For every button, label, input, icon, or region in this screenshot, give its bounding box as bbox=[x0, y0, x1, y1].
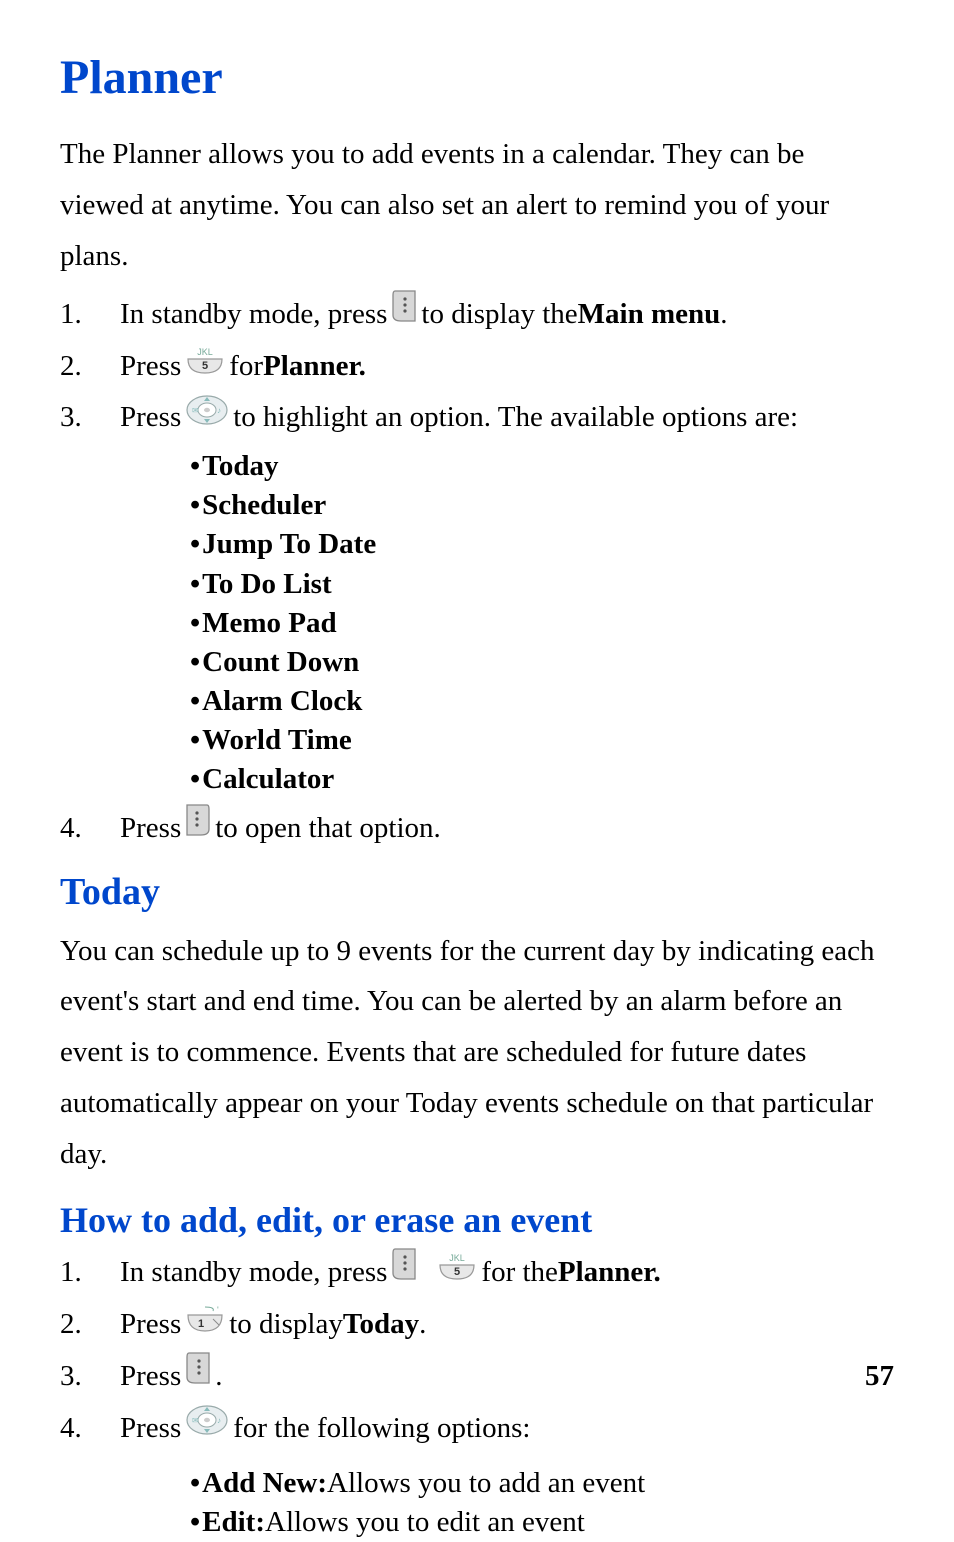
howto-step-1-planner: Planner. bbox=[558, 1248, 661, 1297]
howto-step-3-b: . bbox=[215, 1352, 222, 1401]
key-5-icon bbox=[185, 342, 225, 391]
option-item: •Jump To Date bbox=[190, 525, 894, 564]
bullet-dot: • bbox=[190, 447, 200, 486]
step-num-4: 4. bbox=[60, 804, 120, 853]
step-3-text-b: to highlight an option. The available op… bbox=[233, 393, 798, 442]
option-label: Jump To Date bbox=[202, 525, 376, 564]
option2-item: •Edit: Allows you to edit an event bbox=[190, 1503, 894, 1542]
bullet-dot: • bbox=[190, 721, 200, 760]
step-1-text-a: In standby mode, press bbox=[120, 290, 387, 339]
howto-step-3: 3. Press . bbox=[60, 1351, 894, 1401]
step-num-2: 2. bbox=[60, 342, 120, 391]
step-num-3: 3. bbox=[60, 393, 120, 442]
heading-planner: Planner bbox=[60, 50, 894, 105]
option-label: Alarm Clock bbox=[202, 682, 362, 721]
step-2: 2. Press for Planner. bbox=[60, 342, 894, 391]
option-item: •Memo Pad bbox=[190, 604, 894, 643]
intro-paragraph: The Planner allows you to add events in … bbox=[60, 129, 894, 281]
step-1: 1. In standby mode, press to display the… bbox=[60, 289, 894, 339]
howto-step-4-a: Press bbox=[120, 1404, 181, 1453]
option2-desc: Allows you to edit an event bbox=[265, 1503, 585, 1542]
option-label: World Time bbox=[202, 721, 352, 760]
bullet-dot: • bbox=[190, 486, 200, 525]
option-item: •World Time bbox=[190, 721, 894, 760]
howto-step-2-today: Today bbox=[343, 1300, 419, 1349]
bullet-dot: • bbox=[190, 565, 200, 604]
key-5-icon bbox=[437, 1248, 477, 1297]
options2-list: •Add New: Allows you to add an event•Edi… bbox=[190, 1464, 894, 1542]
step-4-text-a: Press bbox=[120, 804, 181, 853]
step-2-planner: Planner. bbox=[263, 342, 366, 391]
step-num-1: 1. bbox=[60, 290, 120, 339]
option-label: To Do List bbox=[202, 565, 331, 604]
option2-label: Edit: bbox=[202, 1503, 265, 1542]
bullet-dot: • bbox=[190, 525, 200, 564]
menu-key-icon bbox=[391, 289, 417, 339]
howto-step-num-2: 2. bbox=[60, 1300, 120, 1349]
ok-key-icon bbox=[185, 803, 211, 853]
today-paragraph: You can schedule up to 9 events for the … bbox=[60, 926, 894, 1180]
howto-step-2-b: to display bbox=[229, 1300, 343, 1349]
howto-step-1-a: In standby mode, press bbox=[120, 1248, 387, 1297]
bullet-dot: • bbox=[190, 682, 200, 721]
option-label: Count Down bbox=[202, 643, 359, 682]
howto-step-num-1: 1. bbox=[60, 1248, 120, 1297]
bullet-dot: • bbox=[190, 604, 200, 643]
nav-pad-icon bbox=[185, 1403, 229, 1453]
option-item: •To Do List bbox=[190, 565, 894, 604]
step-2-text-a: Press bbox=[120, 342, 181, 391]
nav-pad-icon bbox=[185, 393, 229, 443]
option-label: Scheduler bbox=[202, 486, 326, 525]
menu-key-icon bbox=[185, 1351, 211, 1401]
option-label: Calculator bbox=[202, 760, 334, 799]
option-item: •Calculator bbox=[190, 760, 894, 799]
bullet-dot: • bbox=[190, 1503, 200, 1542]
menu-key-icon bbox=[391, 1247, 417, 1297]
howto-step-1-b: for the bbox=[481, 1248, 558, 1297]
howto-step-4-b: for the following options: bbox=[233, 1404, 530, 1453]
howto-step-2-d: . bbox=[419, 1300, 426, 1349]
step-4: 4. Press to open that option. bbox=[60, 803, 894, 853]
howto-step-num-4: 4. bbox=[60, 1404, 120, 1453]
howto-step-4: 4. Press for the following options: bbox=[60, 1403, 894, 1453]
bullet-dot: • bbox=[190, 1464, 200, 1503]
option2-item: •Add New: Allows you to add an event bbox=[190, 1464, 894, 1503]
heading-howto: How to add, edit, or erase an event bbox=[60, 1199, 894, 1241]
step-3: 3. Press to highlight an option. The ava… bbox=[60, 393, 894, 443]
bullet-dot: • bbox=[190, 760, 200, 799]
howto-step-3-a: Press bbox=[120, 1352, 181, 1401]
howto-step-2: 2. Press to display Today . bbox=[60, 1300, 894, 1349]
option2-desc: Allows you to add an event bbox=[327, 1464, 645, 1503]
page-number: 57 bbox=[865, 1360, 894, 1393]
step-1-text-b: to display the bbox=[421, 290, 577, 339]
howto-step-2-a: Press bbox=[120, 1300, 181, 1349]
options-list: •Today•Scheduler•Jump To Date•To Do List… bbox=[190, 447, 894, 799]
bullet-dot: • bbox=[190, 643, 200, 682]
option-label: Memo Pad bbox=[202, 604, 337, 643]
howto-step-num-3: 3. bbox=[60, 1352, 120, 1401]
howto-step-1: 1. In standby mode, press for the Planne… bbox=[60, 1247, 894, 1297]
option-item: •Alarm Clock bbox=[190, 682, 894, 721]
step-3-text-a: Press bbox=[120, 393, 181, 442]
step-2-text-b: for bbox=[229, 342, 263, 391]
key-1-icon bbox=[185, 1300, 225, 1349]
heading-today: Today bbox=[60, 870, 894, 914]
step-1-text-d: . bbox=[720, 290, 727, 339]
option2-label: Add New: bbox=[202, 1464, 327, 1503]
option-label: Today bbox=[202, 447, 278, 486]
option-item: •Count Down bbox=[190, 643, 894, 682]
option-item: •Today bbox=[190, 447, 894, 486]
step-4-text-b: to open that option. bbox=[215, 804, 441, 853]
option-item: •Scheduler bbox=[190, 486, 894, 525]
step-1-main-menu: Main menu bbox=[578, 290, 721, 339]
